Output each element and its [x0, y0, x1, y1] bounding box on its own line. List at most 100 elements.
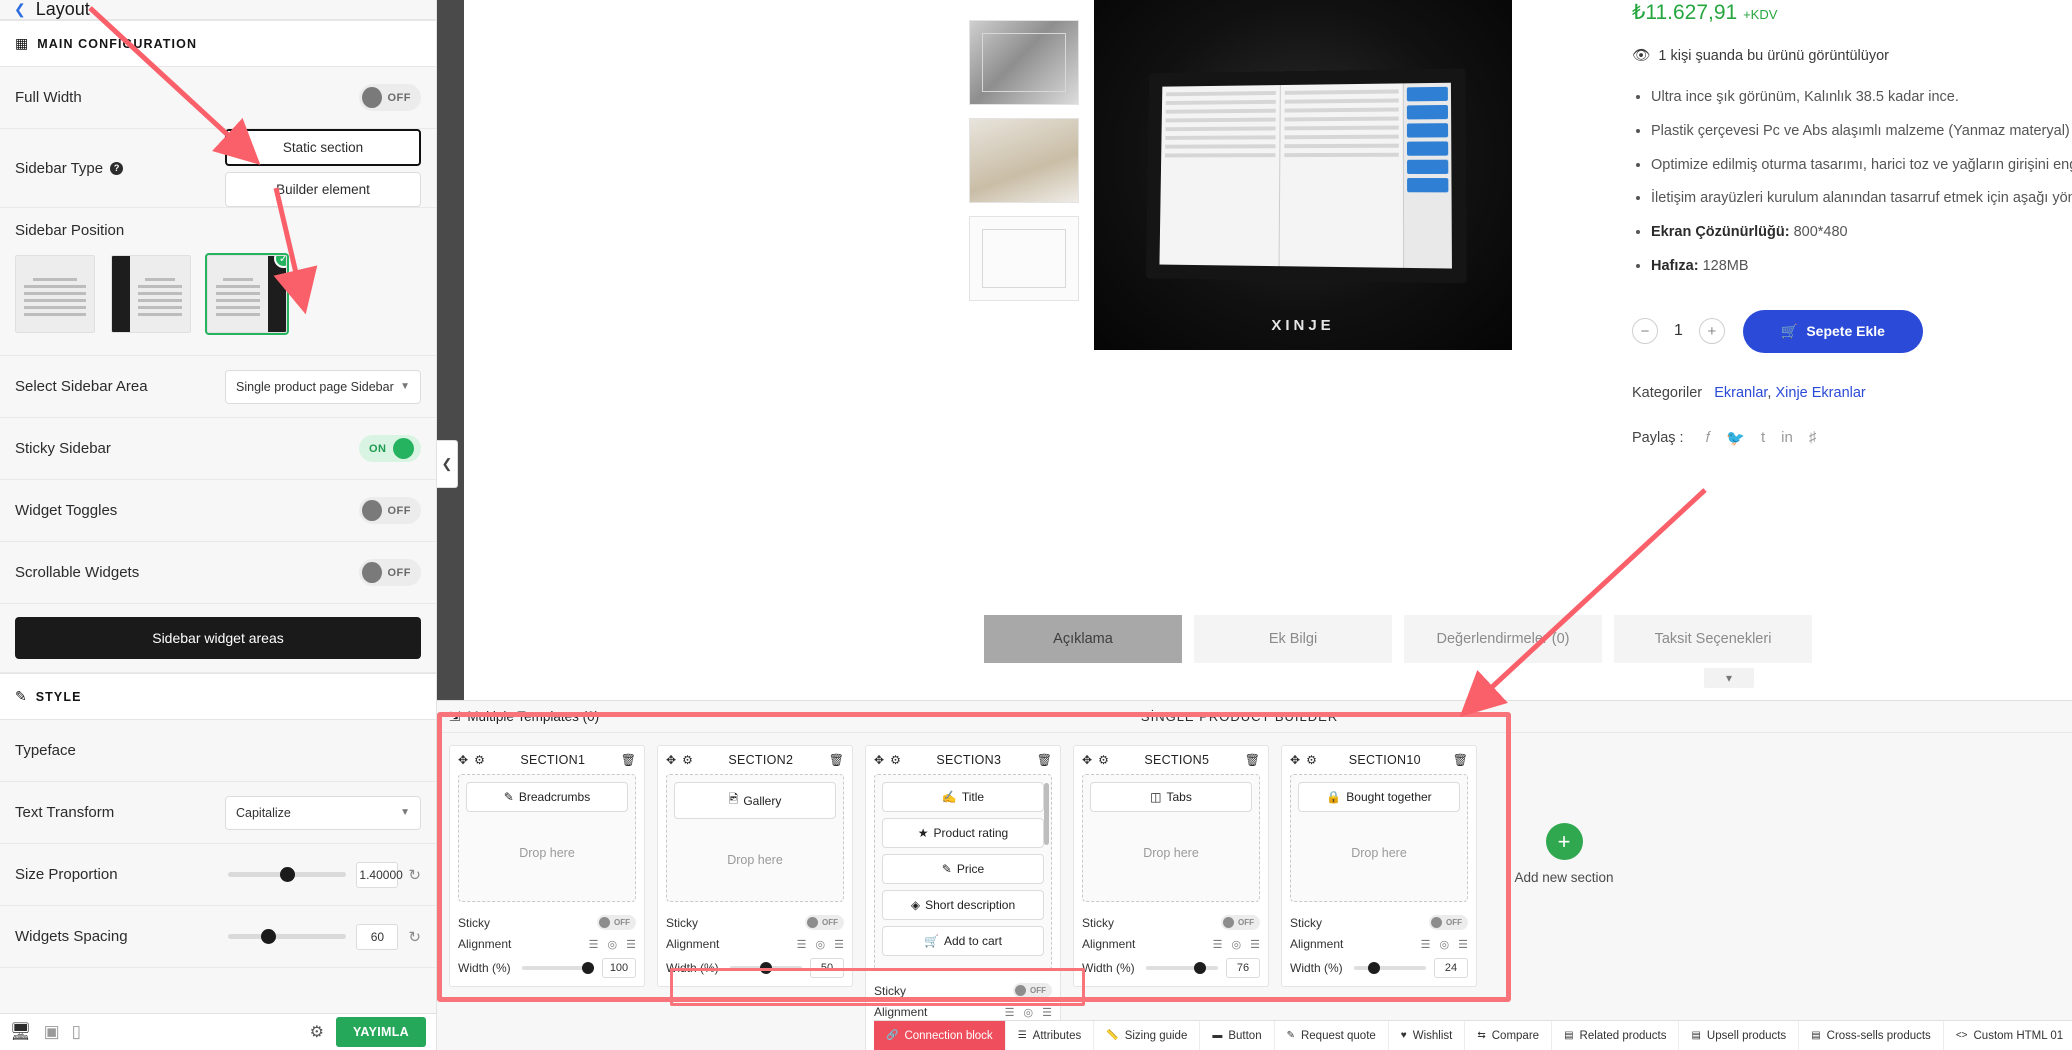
twitter-icon[interactable]: 🐦 [1726, 429, 1745, 447]
widget-add-to-cart[interactable]: 🛒 Add to cart [882, 926, 1044, 956]
widget-title[interactable]: ✍ Title [882, 782, 1044, 812]
sticky-sidebar-toggle[interactable]: ON [359, 435, 421, 462]
width-slider[interactable] [1146, 962, 1218, 974]
text-transform-dropdown[interactable]: Capitalize ▼ [225, 795, 421, 830]
scrollable-widgets-toggle[interactable]: OFF [359, 559, 421, 586]
product-thumbnail[interactable] [969, 118, 1079, 203]
align-right-icon[interactable]: ☰ [1042, 1006, 1052, 1019]
gear-icon[interactable]: ⚙ [682, 753, 693, 767]
align-left-icon[interactable]: ☰ [1005, 1006, 1015, 1019]
section-dropzone[interactable]: ✍ Title ★ Product rating ✎ Price ◈ Short… [874, 774, 1052, 970]
gear-icon[interactable]: ⚙ [310, 1022, 324, 1042]
section-dropzone[interactable]: 🖻 Gallery Drop here [666, 774, 844, 902]
tab-ek-bilgi[interactable]: Ek Bilgi [1194, 615, 1392, 663]
slider-handle[interactable] [760, 962, 772, 974]
width-slider[interactable] [730, 962, 802, 974]
widget-bought-together[interactable]: 🔒 Bought together [1298, 782, 1460, 812]
move-icon[interactable]: ✥ [1290, 753, 1300, 767]
widget-chip-cross-sells-products[interactable]: ▤ Cross-sells products [1799, 1021, 1944, 1050]
widget-chip-compare[interactable]: ⇆ Compare [1465, 1021, 1553, 1050]
section-dropzone[interactable]: ✎ Breadcrumbs Drop here [458, 774, 636, 902]
category-link[interactable]: Xinje Ekranlar [1775, 385, 1865, 401]
multiple-templates[interactable]: ⇲ Multiple Templates (0) [449, 709, 599, 725]
slider-handle[interactable] [280, 867, 296, 882]
trash-icon[interactable]: 🗑 [829, 753, 844, 767]
add-new-section-button[interactable]: + Add new section [1489, 745, 1639, 885]
desktop-icon[interactable]: 🖥 [10, 1022, 32, 1042]
linkedin-icon[interactable]: in [1781, 429, 1793, 446]
align-right-icon[interactable]: ☰ [626, 938, 636, 951]
widget-toggles-toggle[interactable]: OFF [359, 497, 421, 524]
quantity-increase-button[interactable]: + [1698, 318, 1725, 345]
widget-price[interactable]: ✎ Price [882, 854, 1044, 884]
widget-product-rating[interactable]: ★ Product rating [882, 818, 1044, 848]
width-value[interactable]: 50 [810, 958, 844, 978]
widgets-spacing-value[interactable]: 60 [356, 923, 399, 950]
widget-chip-request-quote[interactable]: ✎ Request quote [1275, 1021, 1389, 1050]
move-icon[interactable]: ✥ [1082, 753, 1092, 767]
help-icon[interactable]: ? [110, 161, 124, 175]
add-to-cart-button[interactable]: 🛒 Sepete Ekle [1742, 309, 1923, 353]
sidebar-widget-areas-button[interactable]: Sidebar widget areas [15, 617, 421, 659]
select-sidebar-area-dropdown[interactable]: Single product page Sidebar ▼ [225, 369, 421, 404]
sticky-toggle[interactable]: OFF [1221, 915, 1260, 930]
align-center-icon[interactable]: ◎ [1232, 938, 1242, 951]
mobile-icon[interactable]: ▯ [72, 1022, 81, 1042]
section-dropzone[interactable]: 🔒 Bought together Drop here [1290, 774, 1468, 902]
sticky-toggle[interactable]: OFF [805, 915, 844, 930]
flickr-icon[interactable]: ♯ [1809, 429, 1817, 446]
position-option-left[interactable] [111, 255, 191, 333]
scroll-down-button[interactable]: ▾ [1704, 668, 1754, 688]
section-dropzone[interactable]: ◫ Tabs Drop here [1082, 774, 1260, 902]
dropzone-scrollbar[interactable] [1044, 783, 1049, 845]
panel-breadcrumb[interactable]: ❮ Layout [0, 0, 436, 20]
position-option-right[interactable]: ✓ [205, 253, 289, 335]
sidebar-type-builder-element-button[interactable]: Builder element [225, 172, 421, 207]
gear-icon[interactable]: ⚙ [1306, 753, 1317, 767]
size-proportion-slider[interactable] [228, 867, 347, 882]
widget-gallery[interactable]: 🖻 Gallery [674, 782, 836, 819]
move-icon[interactable]: ✥ [458, 753, 468, 767]
slider-handle[interactable] [1194, 962, 1206, 974]
section-card-10[interactable]: ✥ ⚙ SECTION10 🗑 🔒 Bought together Drop h… [1281, 745, 1477, 987]
slider-handle[interactable] [261, 929, 277, 944]
sticky-toggle[interactable]: OFF [1013, 983, 1052, 998]
align-left-icon[interactable]: ☰ [797, 938, 807, 951]
widget-chip-upsell-products[interactable]: ▤ Upsell products [1679, 1021, 1800, 1050]
width-value[interactable]: 24 [1434, 958, 1468, 978]
gear-icon[interactable]: ⚙ [1098, 753, 1109, 767]
sticky-toggle[interactable]: OFF [597, 915, 636, 930]
slider-handle[interactable] [1368, 962, 1380, 974]
widget-chip-related-products[interactable]: ▤ Related products [1552, 1021, 1680, 1050]
widget-toolbar[interactable]: 🔗 Connection block ☰ Attributes 📏 Sizing… [874, 1020, 2072, 1050]
collapse-panel-button[interactable]: ❮ [437, 440, 458, 488]
align-center-icon[interactable]: ◎ [816, 938, 826, 951]
align-left-icon[interactable]: ☰ [1213, 938, 1223, 951]
move-icon[interactable]: ✥ [874, 753, 884, 767]
position-option-none[interactable] [15, 255, 95, 333]
widget-short-description[interactable]: ◈ Short description [882, 890, 1044, 920]
product-thumbnail[interactable] [969, 20, 1079, 105]
reset-icon[interactable]: ↻ [408, 866, 421, 884]
tab-taksit-secenekleri[interactable]: Taksit Seçenekleri [1614, 615, 1812, 663]
width-slider[interactable] [1354, 962, 1426, 974]
tab-degerlendirmeler[interactable]: Değerlendirmeler (0) [1404, 615, 1602, 663]
align-center-icon[interactable]: ◎ [1024, 1006, 1034, 1019]
section-card-5[interactable]: ✥ ⚙ SECTION5 🗑 ◫ Tabs Drop here Sticky O… [1073, 745, 1269, 987]
widget-chip-custom-html-01[interactable]: <> Custom HTML 01 [1944, 1021, 2072, 1050]
trash-icon[interactable]: 🗑 [1453, 753, 1468, 767]
widgets-spacing-slider[interactable] [228, 929, 347, 944]
sticky-toggle[interactable]: OFF [1429, 915, 1468, 930]
settings-scroll-area[interactable]: ❮ Layout ▦ MAIN CONFIGURATION Full Width… [0, 0, 436, 1013]
full-width-toggle[interactable]: OFF [359, 84, 421, 111]
align-right-icon[interactable]: ☰ [1250, 938, 1260, 951]
widget-breadcrumbs[interactable]: ✎ Breadcrumbs [466, 782, 628, 812]
widget-chip-attributes[interactable]: ☰ Attributes [1006, 1021, 1095, 1050]
gear-icon[interactable]: ⚙ [474, 753, 485, 767]
section-card-3[interactable]: ✥ ⚙ SECTION3 🗑 ✍ Title ★ Product rating [865, 745, 1061, 1050]
gear-icon[interactable]: ⚙ [890, 753, 901, 767]
trash-icon[interactable]: 🗑 [1037, 753, 1052, 767]
facebook-icon[interactable]: 𝑓 [1706, 429, 1711, 446]
back-chevron-icon[interactable]: ❮ [14, 1, 26, 18]
width-value[interactable]: 100 [602, 958, 636, 978]
